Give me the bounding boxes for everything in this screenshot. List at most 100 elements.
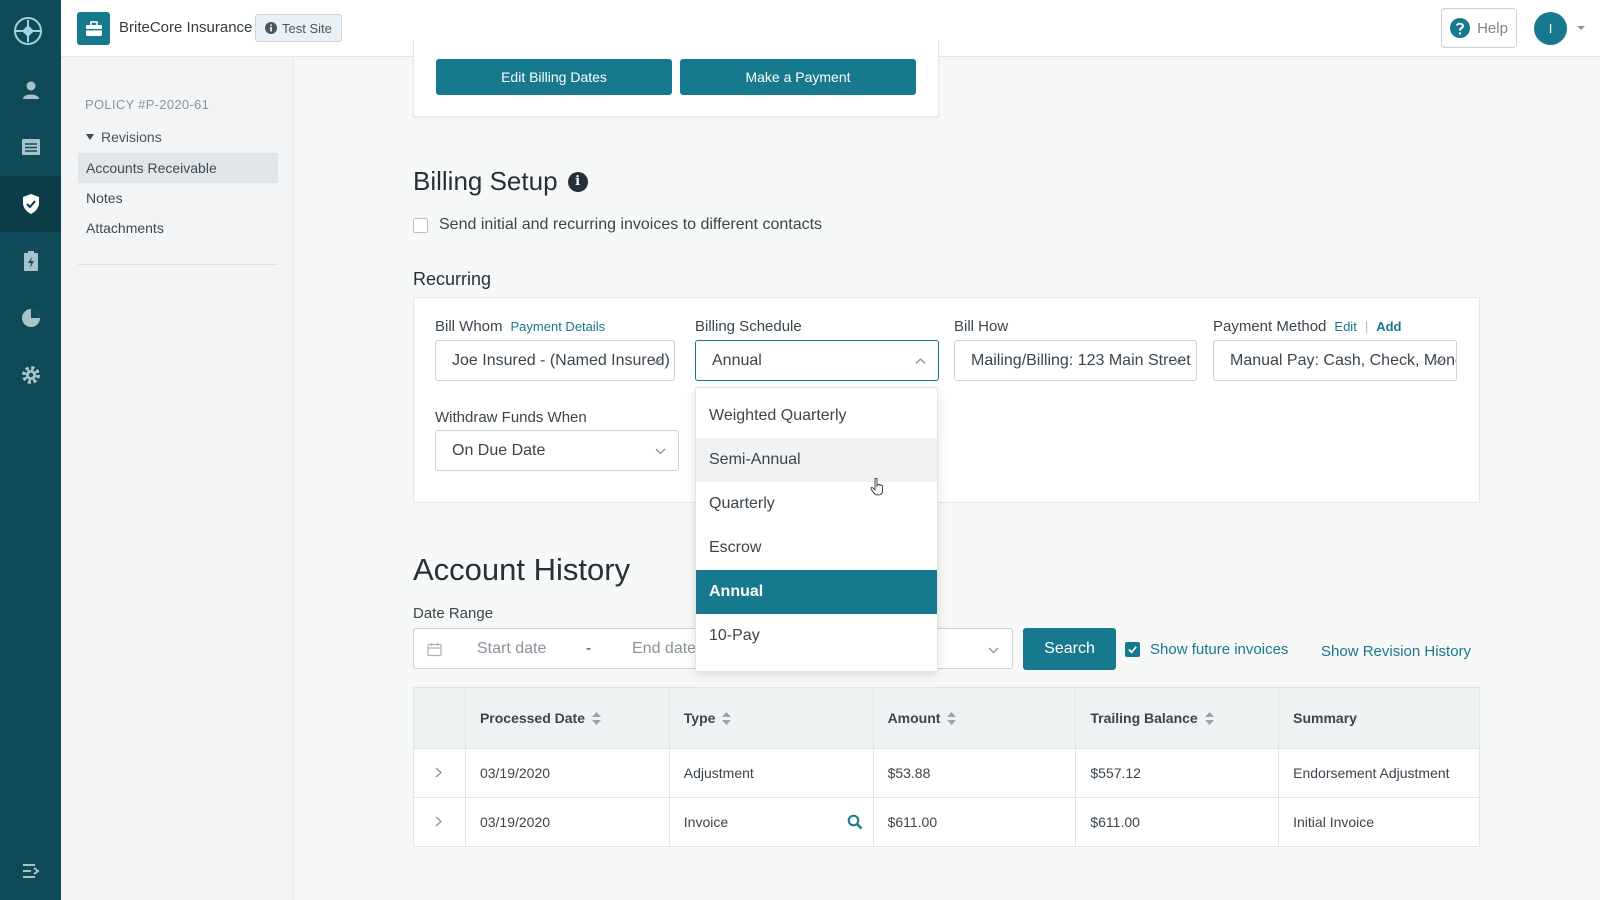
- date-range-dash: -: [586, 640, 592, 657]
- table-row[interactable]: 03/19/2020 Adjustment $53.88 $557.12 End…: [413, 748, 1480, 798]
- revisions-toggle[interactable]: Revisions: [85, 129, 162, 145]
- amount-header[interactable]: Amount: [873, 687, 1077, 749]
- type-header[interactable]: Type: [669, 687, 874, 749]
- amount-cell: $611.00: [873, 797, 1077, 847]
- billing-setup-heading: Billing Setup i: [413, 166, 588, 197]
- bill-whom-label-row: Bill Whom Payment Details: [435, 318, 605, 335]
- gear-icon[interactable]: [0, 347, 61, 403]
- search-button[interactable]: Search: [1023, 628, 1116, 670]
- table-header-row: Processed Date Type Amount Trailing Bala…: [413, 687, 1480, 749]
- chevron-down-icon: [655, 448, 666, 455]
- expand-column-header: [413, 687, 466, 749]
- schedule-option-escrow[interactable]: Escrow: [696, 526, 937, 570]
- schedule-option-10-pay[interactable]: 10-Pay: [696, 614, 937, 658]
- test-site-badge: Test Site: [255, 14, 342, 42]
- bill-whom-select[interactable]: Joe Insured - (Named Insured): [435, 340, 675, 381]
- help-button[interactable]: Help: [1441, 8, 1517, 48]
- payment-method-select[interactable]: Manual Pay: Cash, Check, Money Order: [1213, 340, 1457, 381]
- billing-schedule-label: Billing Schedule: [695, 318, 802, 335]
- withdraw-funds-value: On Due Date: [452, 441, 546, 459]
- nav-accounts-receivable[interactable]: Accounts Receivable: [78, 153, 278, 183]
- processed-date-header[interactable]: Processed Date: [465, 687, 670, 749]
- caret-down-icon: [86, 134, 94, 140]
- chevron-down-icon: [1433, 358, 1444, 365]
- type-cell-label: Invoice: [683, 814, 729, 830]
- billing-actions-card: Edit Billing Dates Make a Payment: [413, 40, 939, 117]
- trailing-balance-header-label: Trailing Balance: [1090, 710, 1198, 726]
- summary-cell: Initial Invoice: [1278, 797, 1480, 847]
- sort-icon[interactable]: [947, 712, 957, 725]
- app-rail: [0, 0, 61, 900]
- chevron-down-icon: [1173, 358, 1184, 365]
- nav-notes[interactable]: Notes: [78, 183, 278, 213]
- chevron-down-icon: [651, 358, 662, 365]
- schedule-option-weighted-quarterly[interactable]: Weighted Quarterly: [696, 394, 937, 438]
- avatar[interactable]: I: [1534, 12, 1567, 45]
- person-icon[interactable]: [0, 62, 61, 118]
- expand-row-toggle[interactable]: [413, 797, 466, 847]
- sort-icon[interactable]: [1204, 712, 1214, 725]
- recurring-heading: Recurring: [413, 269, 492, 289]
- withdraw-funds-select[interactable]: On Due Date: [435, 430, 679, 471]
- different-contacts-checkbox[interactable]: [413, 217, 428, 233]
- withdraw-funds-label: Withdraw Funds When: [435, 409, 587, 426]
- trailing-balance-cell: $611.00: [1075, 797, 1280, 847]
- end-date-input[interactable]: End date: [632, 640, 696, 658]
- trailing-balance-header[interactable]: Trailing Balance: [1075, 687, 1280, 749]
- recurring-card: Bill Whom Payment Details Joe Insured - …: [413, 297, 1480, 503]
- magnifier-icon[interactable]: [847, 814, 863, 830]
- show-future-invoices-label: Show future invoices: [1150, 641, 1289, 658]
- chevron-right-icon: [435, 816, 442, 827]
- britecore-logo-icon[interactable]: [13, 16, 43, 46]
- amount-cell: $53.88: [873, 748, 1077, 798]
- bill-how-value: Mailing/Billing: 123 Main Street: [971, 351, 1191, 369]
- show-future-invoices-checkbox[interactable]: [1125, 642, 1140, 657]
- shield-check-icon[interactable]: [0, 176, 61, 232]
- table-row[interactable]: 03/19/2020 Invoice $611.00 $611.00 Initi…: [413, 797, 1480, 847]
- payment-method-add-link[interactable]: Add: [1376, 319, 1401, 334]
- show-future-invoices-option[interactable]: Show future invoices: [1125, 641, 1288, 658]
- bill-whom-label: Bill Whom: [435, 318, 503, 335]
- policy-sidebar: POLICY #P-2020-61 Revisions Accounts Rec…: [61, 57, 294, 900]
- policy-number: POLICY #P-2020-61: [85, 97, 210, 112]
- payment-method-label: Payment Method: [1213, 318, 1327, 335]
- checkmark-icon: [1128, 646, 1137, 654]
- chevron-right-icon: [435, 767, 442, 778]
- payment-details-link[interactable]: Payment Details: [511, 319, 606, 334]
- processed-date-cell: 03/19/2020: [465, 797, 670, 847]
- expand-row-toggle[interactable]: [413, 748, 466, 798]
- nav-divider: [78, 264, 278, 265]
- account-history-table: Processed Date Type Amount Trailing Bala…: [413, 687, 1480, 847]
- show-revision-history-link[interactable]: Show Revision History: [1321, 643, 1471, 660]
- schedule-option-annual[interactable]: Annual: [696, 570, 937, 614]
- calendar-icon: [427, 643, 442, 657]
- collapse-menu-icon[interactable]: [0, 856, 61, 886]
- info-circle-icon: [265, 22, 277, 34]
- billing-schedule-select[interactable]: Annual: [695, 340, 939, 381]
- briefcase-icon[interactable]: [77, 12, 110, 45]
- amount-header-label: Amount: [887, 710, 941, 726]
- chevron-down-icon[interactable]: [1575, 22, 1587, 34]
- start-date-input[interactable]: Start date: [477, 640, 546, 658]
- payment-method-edit-link[interactable]: Edit: [1334, 319, 1356, 334]
- sort-icon[interactable]: [722, 712, 732, 725]
- schedule-option-semi-annual[interactable]: Semi-Annual: [696, 438, 937, 482]
- clipboard-bolt-icon[interactable]: [0, 233, 61, 289]
- info-icon[interactable]: i: [567, 171, 588, 192]
- sort-icon[interactable]: [592, 712, 602, 725]
- nav-attachments[interactable]: Attachments: [78, 213, 278, 243]
- summary-header: Summary: [1278, 687, 1480, 749]
- edit-billing-dates-button[interactable]: Edit Billing Dates: [436, 59, 672, 95]
- pie-chart-icon[interactable]: [0, 290, 61, 346]
- bill-how-select[interactable]: Mailing/Billing: 123 Main Street: [954, 340, 1197, 381]
- processed-date-cell: 03/19/2020: [465, 748, 670, 798]
- schedule-option-quarterly[interactable]: Quarterly: [696, 482, 937, 526]
- list-icon[interactable]: [0, 119, 61, 175]
- billing-schedule-label-row: Billing Schedule: [695, 318, 802, 335]
- type-cell: Adjustment: [669, 748, 874, 798]
- billing-setup-title: Billing Setup: [413, 166, 558, 196]
- billing-schedule-value: Annual: [712, 351, 762, 369]
- make-payment-button[interactable]: Make a Payment: [680, 59, 916, 95]
- different-contacts-option[interactable]: Send initial and recurring invoices to d…: [413, 216, 822, 234]
- brand-name: BriteCore Insurance: [119, 19, 253, 36]
